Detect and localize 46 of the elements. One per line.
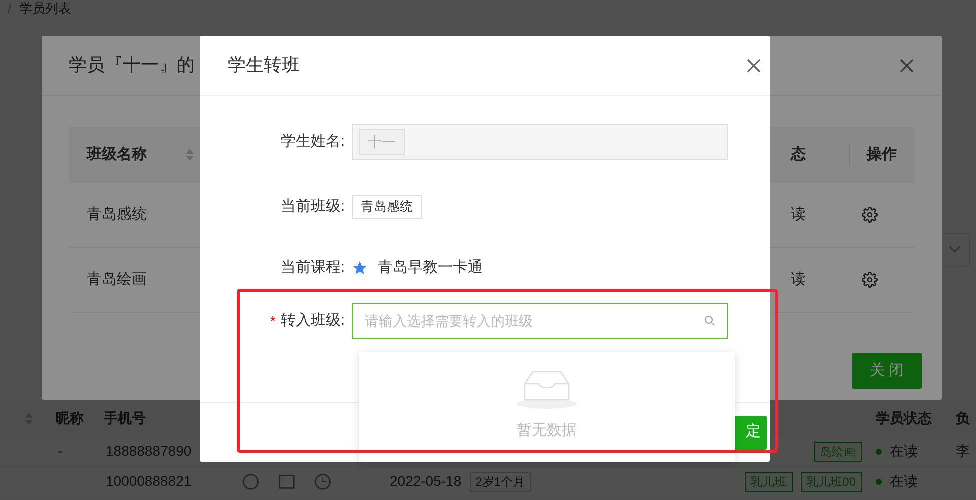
column-header: 昵称 [56, 409, 85, 428]
field-label: 转入班级: [280, 310, 345, 331]
column-header: 手机号 [104, 409, 147, 428]
clock-icon[interactable] [314, 472, 332, 490]
field-label: 学生姓名: [280, 132, 346, 152]
table-cell-text: 李 [956, 442, 971, 461]
table-cell-text: 读 [791, 270, 807, 290]
breadcrumb-item[interactable]: 学员列表 [20, 2, 72, 18]
column-header: 负 [956, 409, 971, 428]
table-cell-text: 读 [791, 204, 807, 225]
class-tag: 乳儿班00 [800, 472, 862, 492]
field-label: 当前课程: [280, 258, 346, 278]
close-icon[interactable] [899, 58, 915, 74]
close-icon[interactable] [746, 58, 762, 74]
table-cell-text: 2022-05-18 [390, 472, 462, 491]
dialog-title: 学员『十一』的 [69, 54, 195, 77]
table-cell-text: 青岛绘画 [87, 270, 147, 290]
column-header: 班级名称 [87, 144, 148, 165]
column-header: 学员状态 [876, 409, 933, 428]
gear-icon[interactable] [862, 272, 878, 288]
close-button[interactable]: 关 闭 [852, 353, 922, 389]
class-tag: 青岛感统 [352, 195, 422, 219]
gear-icon[interactable] [862, 207, 878, 223]
age-tag: 2岁1个月 [470, 472, 531, 492]
name-tag: 十一 [359, 129, 405, 155]
table-row[interactable]: 10000888821 2022-05-18 2岁1个月 乳儿班 乳儿班00 在读 [0, 467, 976, 497]
table-cell-text: - [58, 442, 64, 461]
column-header: 态 [791, 144, 807, 165]
class-tag: 岛绘画 [814, 442, 862, 462]
course-name: 青岛早教一卡通 [378, 258, 483, 278]
class-tag: 乳儿班 [744, 472, 793, 492]
table-cell-text: 10000888821 [106, 472, 193, 491]
breadcrumb-separator: / [8, 2, 12, 18]
class-search-field[interactable]: 请输入选择需要转入的班级 [352, 303, 728, 339]
column-header: 操作 [849, 144, 915, 166]
sort-icon[interactable] [185, 148, 195, 162]
search-icon [704, 315, 716, 327]
chevron-down-icon [949, 246, 961, 254]
required-asterisk-icon: * [270, 310, 276, 332]
table-cell-text: 在读 [890, 442, 919, 461]
dialog-title: 学生转班 [228, 54, 300, 77]
table-cell-text: 18888887890 [106, 442, 193, 461]
star-icon [352, 260, 368, 276]
table-cell-text: 在读 [890, 472, 919, 491]
table-cell-text: 青岛感统 [87, 204, 147, 225]
field-label: 当前班级: [280, 196, 346, 217]
